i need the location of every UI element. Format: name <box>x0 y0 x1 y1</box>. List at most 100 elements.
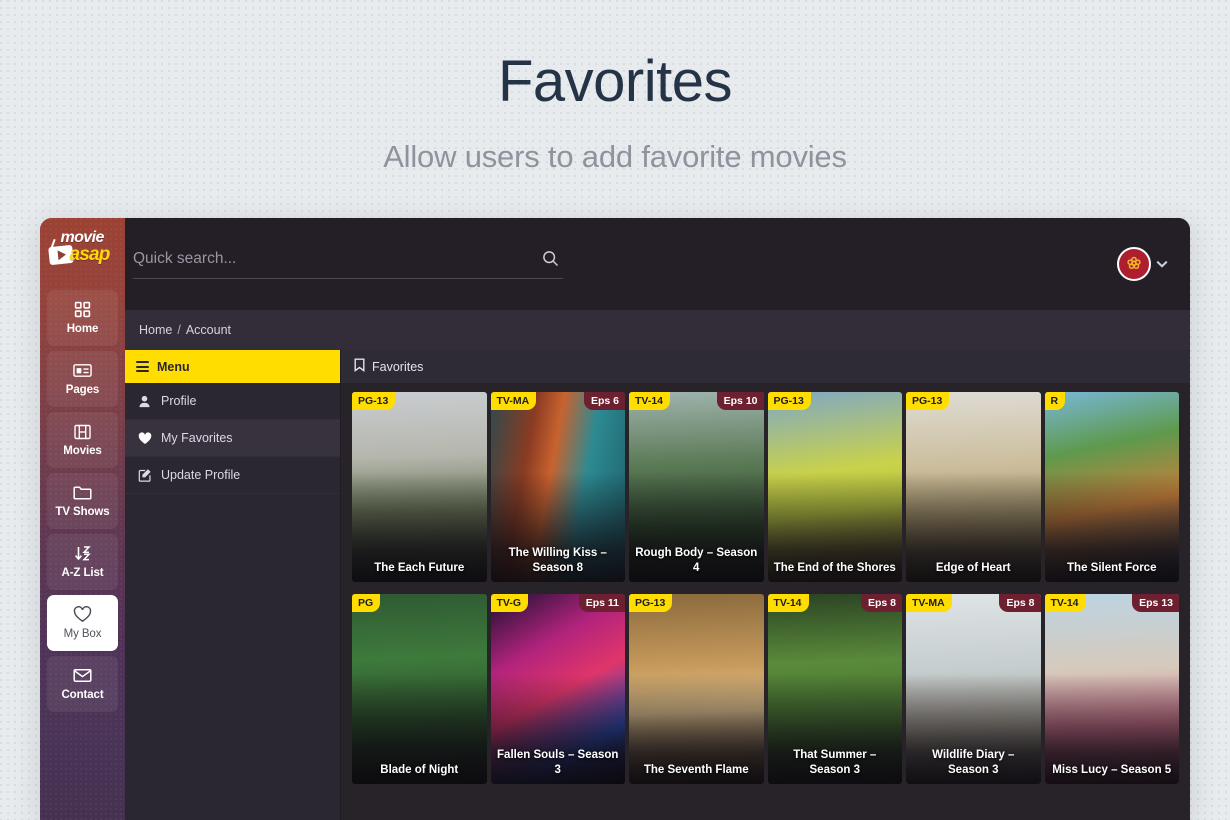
account-menu-panel: Menu Profile My Favorites Update Profile <box>125 350 341 820</box>
rating-badge: R <box>1044 392 1066 410</box>
movie-title: Wildlife Diary – Season 3 <box>932 749 1015 776</box>
hamburger-icon <box>136 361 149 372</box>
sidebar-item-my-box[interactable]: My Box <box>47 595 118 651</box>
sidebar-item-contact[interactable]: Contact <box>47 656 118 712</box>
breadcrumb-current: Account <box>185 323 231 337</box>
movie-title: The End of the Shores <box>773 561 896 574</box>
film-icon <box>74 423 91 440</box>
favorites-panel: Favorites PG-13 The Each Future TV-MA Eps 6… <box>341 350 1190 820</box>
sidebar-item-label: A-Z List <box>61 567 104 579</box>
user-menu[interactable] <box>1117 247 1168 281</box>
heart-filled-icon <box>137 431 152 445</box>
breadcrumb: Home / Account <box>125 310 1190 350</box>
movie-title: The Each Future <box>374 561 465 574</box>
avatar-pattern-icon <box>1124 254 1144 274</box>
sidebar: movie asap Home Pages Movies TV Shows A-… <box>40 218 125 820</box>
rating-badge: TV-MA <box>490 392 537 410</box>
sort-az-icon <box>74 545 92 562</box>
sidebar-item-pages[interactable]: Pages <box>47 351 118 407</box>
rating-badge: PG-13 <box>767 392 811 410</box>
rating-badge: PG-13 <box>906 392 950 410</box>
movie-card[interactable]: TV-14 Eps 13 Miss Lucy – Season 5 <box>1044 594 1179 784</box>
folder-icon <box>73 484 92 501</box>
window-icon <box>73 362 92 379</box>
menu-item-profile[interactable]: Profile <box>125 383 340 420</box>
rating-badge: PG <box>352 594 381 612</box>
top-bar <box>125 218 1190 310</box>
movie-title: The Silent Force <box>1067 561 1157 574</box>
episodes-badge: Eps 8 <box>999 594 1041 612</box>
movie-title: Rough Body – Season 4 <box>635 547 758 574</box>
breadcrumb-separator: / <box>177 323 181 337</box>
search-container <box>133 249 563 279</box>
menu-item-label: Profile <box>161 394 197 408</box>
sidebar-item-label: TV Shows <box>55 506 110 518</box>
menu-item-label: My Favorites <box>161 431 233 445</box>
rating-badge: PG-13 <box>629 594 673 612</box>
main-area: Home / Account Menu <box>125 218 1190 820</box>
movie-card[interactable]: TV-14 Eps 10 Rough Body – Season 4 <box>629 392 764 582</box>
search-button[interactable] <box>538 250 563 267</box>
rating-badge: PG-13 <box>352 392 396 410</box>
sidebar-item-label: Contact <box>61 689 104 701</box>
movie-title: Edge of Heart <box>935 561 1011 574</box>
movie-title: Fallen Souls – Season 3 <box>497 749 619 776</box>
episodes-badge: Eps 6 <box>583 392 625 410</box>
sidebar-item-movies[interactable]: Movies <box>47 412 118 468</box>
movie-card[interactable]: TV-MA Eps 6 The Willing Kiss – Season 8 <box>490 392 625 582</box>
edit-icon <box>137 468 152 482</box>
breadcrumb-home[interactable]: Home <box>139 323 172 337</box>
body-area: Menu Profile My Favorites Update Profile… <box>125 350 1190 820</box>
episodes-badge: Eps 11 <box>578 594 625 612</box>
rating-badge: TV-G <box>490 594 529 612</box>
bookmark-icon <box>354 358 365 375</box>
sidebar-item-a-z-list[interactable]: A-Z List <box>47 534 118 590</box>
movie-card[interactable]: PG-13 The Seventh Flame <box>629 594 764 784</box>
movie-card[interactable]: PG-13 Edge of Heart <box>906 392 1041 582</box>
movie-card[interactable]: PG-13 The End of the Shores <box>767 392 902 582</box>
menu-panel-header-label: Menu <box>157 359 190 374</box>
menu-item-my-favorites[interactable]: My Favorites <box>125 420 340 457</box>
rating-badge: TV-14 <box>629 392 671 410</box>
movie-title: The Seventh Flame <box>643 763 749 776</box>
favorites-panel-header-label: Favorites <box>372 359 424 374</box>
movie-title: Blade of Night <box>380 763 459 776</box>
favorites-grid: PG-13 The Each Future TV-MA Eps 6 The Willin… <box>341 383 1190 820</box>
rating-badge: TV-14 <box>1044 594 1086 612</box>
app-window: movie asap Home Pages Movies TV Shows A-… <box>40 218 1190 820</box>
heart-outline-icon <box>73 606 92 623</box>
avatar[interactable] <box>1117 247 1151 281</box>
menu-item-update-profile[interactable]: Update Profile <box>125 457 340 494</box>
logo-word-asap: asap <box>69 244 111 265</box>
page-header: Favorites Allow users to add favorite mo… <box>0 0 1230 175</box>
account-menu-list: Profile My Favorites Update Profile <box>125 383 340 494</box>
sidebar-item-label: Home <box>66 323 99 335</box>
movie-title: That Summer – Season 3 <box>793 749 877 776</box>
chevron-down-icon[interactable] <box>1156 258 1168 270</box>
movie-card[interactable]: R The Silent Force <box>1044 392 1179 582</box>
movie-title: The Willing Kiss – Season 8 <box>508 547 607 574</box>
rating-badge: TV-14 <box>767 594 809 612</box>
sidebar-item-tv-shows[interactable]: TV Shows <box>47 473 118 529</box>
search-icon <box>542 251 559 270</box>
menu-item-label: Update Profile <box>161 468 241 482</box>
sidebar-item-label: Pages <box>65 384 100 396</box>
movie-card[interactable]: TV-MA Eps 8 Wildlife Diary – Season 3 <box>906 594 1041 784</box>
movie-card[interactable]: TV-G Eps 11 Fallen Souls – Season 3 <box>490 594 625 784</box>
movie-card[interactable]: PG Blade of Night <box>352 594 487 784</box>
movie-title: Miss Lucy – Season 5 <box>1052 763 1172 776</box>
envelope-icon <box>73 667 92 684</box>
episodes-badge: Eps 10 <box>716 392 764 410</box>
sidebar-item-home[interactable]: Home <box>47 290 118 346</box>
page-title: Favorites <box>497 49 733 114</box>
movie-card[interactable]: PG-13 The Each Future <box>352 392 487 582</box>
movie-card[interactable]: TV-14 Eps 8 That Summer – Season 3 <box>767 594 902 784</box>
menu-panel-header[interactable]: Menu <box>125 350 340 383</box>
app-logo[interactable]: movie asap <box>40 218 125 286</box>
episodes-badge: Eps 8 <box>860 594 902 612</box>
episodes-badge: Eps 13 <box>1132 594 1179 612</box>
user-icon <box>137 395 152 408</box>
search-input[interactable] <box>133 249 538 268</box>
favorites-panel-header: Favorites <box>341 350 1190 383</box>
grid-icon <box>74 301 91 318</box>
